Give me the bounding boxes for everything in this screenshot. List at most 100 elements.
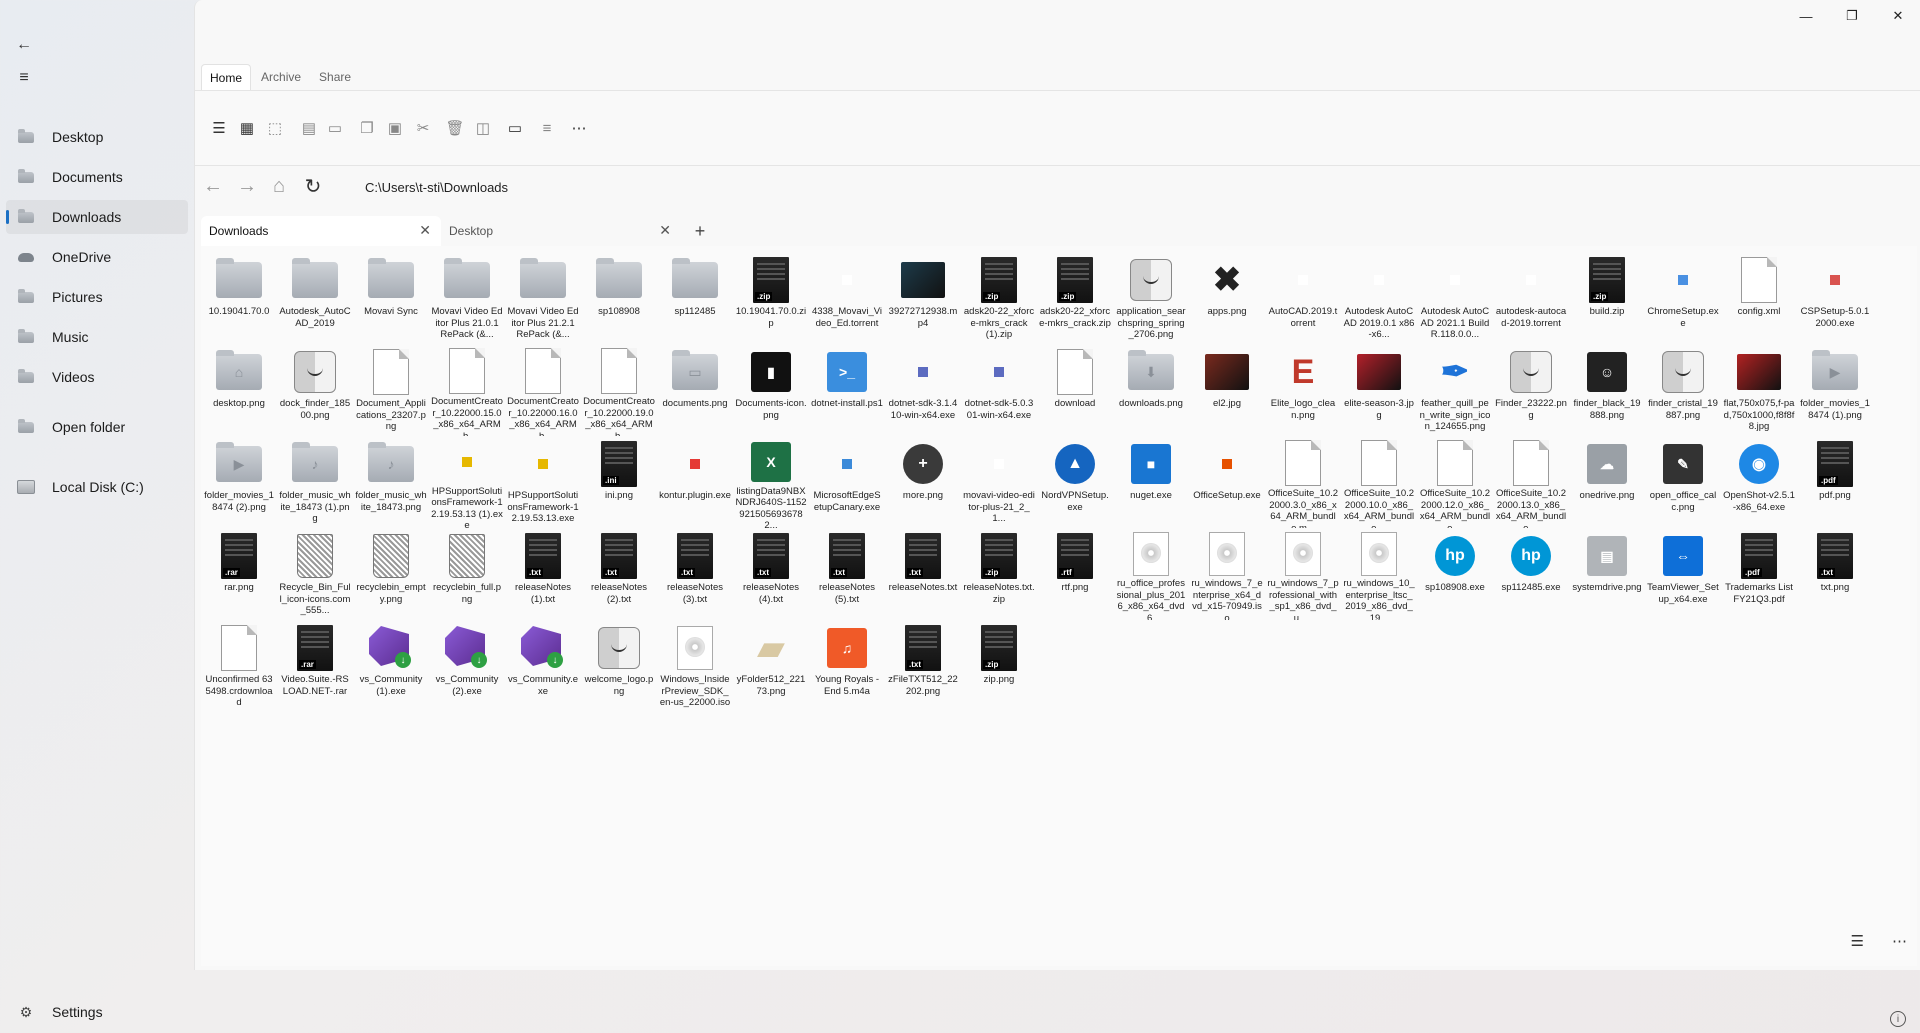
info-icon[interactable]: i <box>1890 1011 1906 1027</box>
file-item[interactable]: elite-season-3.jpg <box>1341 344 1417 436</box>
file-item[interactable]: HPSupportSolutionsFramework-12.19.53.13.… <box>505 436 581 528</box>
file-item[interactable]: ♪ folder_music_white_18473 (1).png <box>277 436 353 528</box>
file-item[interactable]: 10.19041.70.0 <box>201 252 277 344</box>
file-item[interactable]: Autodesk AutoCAD 2019.0.1 x86-x6... <box>1341 252 1417 344</box>
file-item[interactable]: .pdf pdf.png <box>1797 436 1873 528</box>
close-tab-icon[interactable]: ✕ <box>659 222 671 239</box>
file-item[interactable]: ♪ folder_music_white_18473.png <box>353 436 429 528</box>
up-folder-icon[interactable]: ⌂ <box>265 172 293 200</box>
path-field[interactable]: C:\Users\t-sti\Downloads <box>365 180 508 195</box>
file-item[interactable]: OfficeSuite_10.22000.12.0_x86_x64_ARM_bu… <box>1417 436 1493 528</box>
file-item[interactable]: Finder_23222.png <box>1493 344 1569 436</box>
tab-downloads[interactable]: Downloads ✕ <box>201 216 441 246</box>
file-item[interactable]: ↓ vs_Community (2).exe <box>429 620 505 712</box>
file-item[interactable]: .txt releaseNotes (4).txt <box>733 528 809 620</box>
file-item[interactable]: .ini ini.png <box>581 436 657 528</box>
new-file-icon[interactable]: ▤ <box>297 116 321 140</box>
tab-share[interactable]: Share <box>311 64 359 91</box>
file-item[interactable]: dotnet-sdk-3.1.410-win-x64.exe <box>885 344 961 436</box>
folder-options-icon[interactable]: ▭ <box>503 116 527 140</box>
file-item[interactable]: movavi-video-editor-plus-21_2_1... <box>961 436 1037 528</box>
tab-home[interactable]: Home <box>201 64 252 91</box>
file-item[interactable]: DocumentCreator_10.22000.16.0_x86_x64_AR… <box>505 344 581 436</box>
tab-archive[interactable]: Archive <box>253 64 309 91</box>
new-tab-button[interactable]: + <box>685 216 715 246</box>
select-none-icon[interactable]: ⬚ <box>263 116 287 140</box>
file-item[interactable]: .txt releaseNotes.txt <box>885 528 961 620</box>
file-item[interactable]: .zip releaseNotes.txt.zip <box>961 528 1037 620</box>
file-item[interactable]: .zip adsk20-22_xforce-mkrs_crack.zip <box>1037 252 1113 344</box>
file-item[interactable]: .zip build.zip <box>1569 252 1645 344</box>
file-item[interactable]: AutoCAD.2019.torrent <box>1265 252 1341 344</box>
file-item[interactable]: Autodesk AutoCAD 2021.1 Build R.118.0.0.… <box>1417 252 1493 344</box>
file-item[interactable]: ▲ NordVPNSetup.exe <box>1037 436 1113 528</box>
file-item[interactable]: .zip 10.19041.70.0.zip <box>733 252 809 344</box>
file-item[interactable]: .rar rar.png <box>201 528 277 620</box>
new-folder-icon[interactable]: ▭ <box>323 116 347 140</box>
file-item[interactable]: ◉ OpenShot-v2.5.1-x86_64.exe <box>1721 436 1797 528</box>
file-item[interactable]: ▶ folder_movies_18474 (1).png <box>1797 344 1873 436</box>
file-item[interactable]: Windows_InsiderPreview_SDK_en-us_22000.i… <box>657 620 733 712</box>
file-item[interactable]: HPSupportSolutionsFramework-12.19.53.13 … <box>429 436 505 528</box>
file-item[interactable]: XlistingData9NBXNDRJ640S-115292150569367… <box>733 436 809 528</box>
file-item[interactable]: .txt releaseNotes (5).txt <box>809 528 885 620</box>
file-item[interactable]: OfficeSuite_10.22000.10.0_x86_x64_ARM_bu… <box>1341 436 1417 528</box>
file-item[interactable]: ✒ feather_quill_pen_write_sign_icon_12465… <box>1417 344 1493 436</box>
sidebar-item-pictures[interactable]: Pictures <box>6 280 188 314</box>
forward-icon[interactable]: → <box>233 172 261 200</box>
file-item[interactable]: ru_windows_10_enterprise_ltsc_2019_x86_d… <box>1341 528 1417 620</box>
file-item[interactable]: Movavi Sync <box>353 252 429 344</box>
file-item[interactable]: recyclebin_empty.png <box>353 528 429 620</box>
file-item[interactable]: 39272712938.mp4 <box>885 252 961 344</box>
file-item[interactable]: + more.png <box>885 436 961 528</box>
file-item[interactable]: DocumentCreator_10.22000.15.0_x86_x64_AR… <box>429 344 505 436</box>
file-item[interactable]: OfficeSetup.exe <box>1189 436 1265 528</box>
rename-icon[interactable]: ◫ <box>471 116 495 140</box>
sidebar-item-local-disk[interactable]: Local Disk (C:) <box>6 470 188 504</box>
sidebar-item-onedrive[interactable]: OneDrive <box>6 240 188 274</box>
file-item[interactable]: .txt releaseNotes (1).txt <box>505 528 581 620</box>
file-item[interactable]: E Elite_logo_clean.png <box>1265 344 1341 436</box>
back-icon[interactable]: ← <box>199 172 227 200</box>
file-item[interactable]: ↓ vs_Community (1).exe <box>353 620 429 712</box>
file-item[interactable]: flat,750x075,f-pad,750x1000,f8f8f8.jpg <box>1721 344 1797 436</box>
sidebar-item-open-folder[interactable]: Open folder <box>6 410 188 444</box>
minimize-button[interactable]: — <box>1783 0 1829 32</box>
file-item[interactable]: welcome_logo.png <box>581 620 657 712</box>
file-item[interactable]: OfficeSuite_10.22000.13.0_x86_x64_ARM_bu… <box>1493 436 1569 528</box>
file-item[interactable]: config.xml <box>1721 252 1797 344</box>
file-item[interactable]: ⬇ downloads.png <box>1113 344 1189 436</box>
file-item[interactable]: Autodesk_AutoCAD_2019 <box>277 252 353 344</box>
file-item[interactable]: ⇔ TeamViewer_Setup_x64.exe <box>1645 528 1721 620</box>
file-item[interactable]: download <box>1037 344 1113 436</box>
refresh-icon[interactable]: ↻ <box>299 172 327 200</box>
file-item[interactable]: .txt zFileTXT512_22202.png <box>885 620 961 712</box>
sidebar-item-downloads[interactable]: Downloads <box>6 200 188 234</box>
sidebar-item-videos[interactable]: Videos <box>6 360 188 394</box>
file-item[interactable]: OfficeSuite_10.22000.3.0_x86_x64_ARM_bun… <box>1265 436 1341 528</box>
file-item[interactable]: ♫ Young Royals - End 5.m4a <box>809 620 885 712</box>
file-item[interactable]: ■ nuget.exe <box>1113 436 1189 528</box>
file-item[interactable]: Movavi Video Editor Plus 21.0.1 RePack (… <box>429 252 505 344</box>
file-item[interactable]: DocumentCreator_10.22000.19.0_x86_x64_AR… <box>581 344 657 436</box>
select-all-icon[interactable]: ☰ <box>207 116 231 140</box>
close-button[interactable]: ✕ <box>1875 0 1920 32</box>
file-item[interactable]: dotnet-sdk-5.0.301-win-x64.exe <box>961 344 1037 436</box>
file-item[interactable]: .txt releaseNotes (3).txt <box>657 528 733 620</box>
file-item[interactable]: .rar Video.Suite.-RSLOAD.NET-.rar <box>277 620 353 712</box>
file-item[interactable]: Document_Applications_23207.png <box>353 344 429 436</box>
file-item[interactable]: ▮ Documents-icon.png <box>733 344 809 436</box>
file-item[interactable]: sp112485 <box>657 252 733 344</box>
file-item[interactable]: ru_office_professional_plus_2016_x86_x64… <box>1113 528 1189 620</box>
file-item[interactable]: dock_finder_18500.png <box>277 344 353 436</box>
file-item[interactable]: finder_cristal_19887.png <box>1645 344 1721 436</box>
paste-icon[interactable]: ▣ <box>383 116 407 140</box>
file-item[interactable]: ✖ apps.png <box>1189 252 1265 344</box>
file-item[interactable]: >_ dotnet-install.ps1 <box>809 344 885 436</box>
file-item[interactable]: ChromeSetup.exe <box>1645 252 1721 344</box>
more-icon[interactable]: ⋯ <box>567 116 591 140</box>
file-item[interactable]: ru_windows_7_professional_with_sp1_x86_d… <box>1265 528 1341 620</box>
file-item[interactable]: ☁ onedrive.png <box>1569 436 1645 528</box>
sort-icon[interactable]: ≡ <box>535 116 559 140</box>
file-item[interactable]: ru_windows_7_enterprise_x64_dvd_x15-7094… <box>1189 528 1265 620</box>
